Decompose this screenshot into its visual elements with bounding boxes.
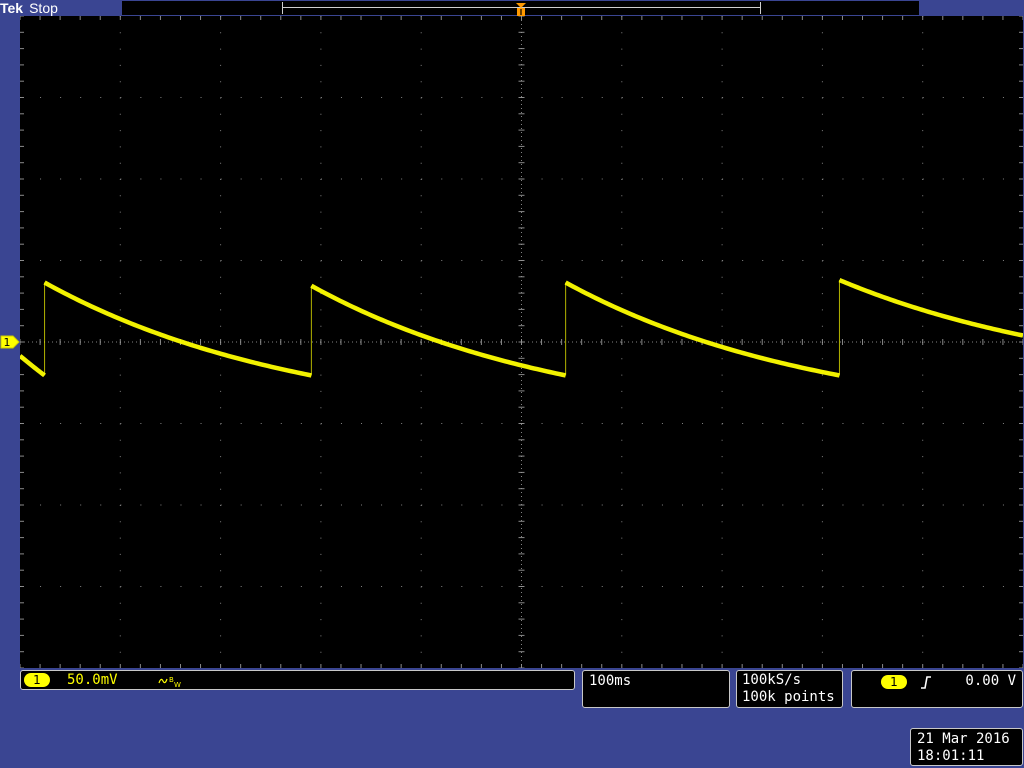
date-time-readout: 21 Mar 2016 18:01:11 bbox=[910, 728, 1023, 766]
waveform-segment bbox=[310, 283, 567, 378]
rising-edge-icon bbox=[921, 676, 931, 689]
channel-1-scale: 50.0mV bbox=[67, 672, 118, 688]
record-length: 100k points bbox=[742, 689, 835, 705]
svg-text:W: W bbox=[174, 681, 181, 688]
horizontal-scale-readout[interactable]: 100ms bbox=[582, 670, 730, 708]
brand-logo: Tek bbox=[0, 0, 24, 16]
waveform-segment bbox=[564, 280, 840, 378]
acquisition-readout[interactable]: 100kS/s 100k points bbox=[736, 670, 843, 708]
channel-1-readout[interactable]: 1 50.0mV B W bbox=[20, 670, 575, 690]
waveform-plot bbox=[20, 16, 1023, 668]
waveform-segment bbox=[20, 354, 46, 378]
trigger-level: 0.00 V bbox=[965, 673, 1016, 689]
graticule-area[interactable] bbox=[20, 16, 1023, 668]
time-per-division: 100ms bbox=[589, 673, 632, 689]
date: 21 Mar 2016 bbox=[917, 731, 1010, 747]
oscilloscope-screen: Tek Stop 1 1 50.0mV B W 100ms 100kS/s 100… bbox=[0, 0, 1024, 768]
channel-1-ground-marker[interactable]: 1 bbox=[0, 334, 20, 350]
trigger-readout[interactable]: 1 0.00 V bbox=[851, 670, 1023, 708]
svg-text:1: 1 bbox=[4, 336, 11, 349]
brand-status: Tek Stop bbox=[0, 0, 58, 16]
bandwidth-limit-icon: B W bbox=[158, 676, 181, 688]
trigger-source-badge: 1 bbox=[881, 675, 907, 689]
waveform-segment bbox=[43, 280, 312, 378]
sample-rate: 100kS/s bbox=[742, 672, 802, 688]
waveform-segment bbox=[838, 277, 1023, 338]
run-status: Stop bbox=[29, 0, 58, 16]
time: 18:01:11 bbox=[917, 748, 985, 764]
channel-1-badge: 1 bbox=[24, 673, 50, 687]
